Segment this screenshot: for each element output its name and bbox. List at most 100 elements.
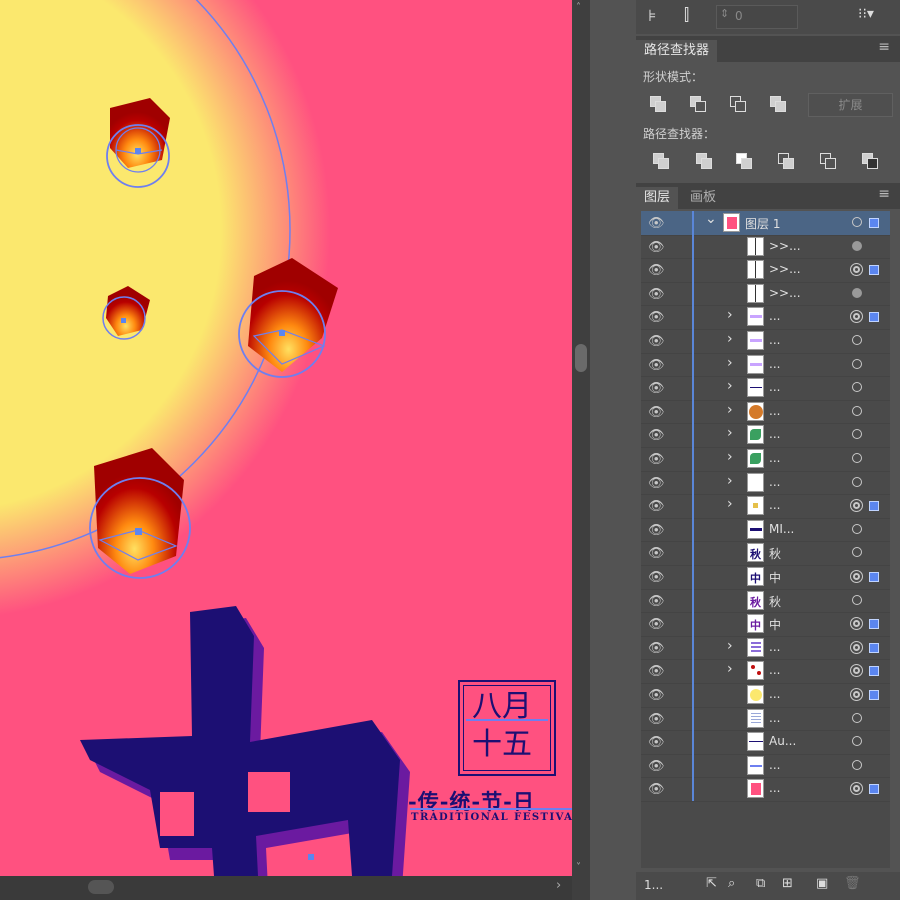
target-circle-icon[interactable]: [852, 429, 862, 440]
selection-indicator[interactable]: [869, 312, 879, 323]
panel-menu-icon[interactable]: ≡: [878, 39, 890, 55]
visibility-eye-icon[interactable]: 👁: [648, 263, 665, 278]
vertical-scrollbar[interactable]: ˄ ˅: [572, 0, 590, 900]
selection-indicator[interactable]: [869, 218, 879, 228]
target-circle-icon[interactable]: [852, 335, 862, 345]
layer-row[interactable]: 👁...: [641, 753, 890, 779]
visibility-eye-icon[interactable]: 👁: [648, 523, 665, 538]
layer-row[interactable]: 👁 ›...: [641, 635, 890, 661]
layer-name[interactable]: 中: [769, 569, 781, 586]
target-circle-icon[interactable]: [850, 664, 863, 678]
visibility-eye-icon[interactable]: 👁: [648, 735, 665, 750]
trim-button[interactable]: [696, 153, 712, 169]
target-circle-icon[interactable]: [852, 358, 862, 369]
selection-indicator[interactable]: [869, 572, 879, 582]
layer-row[interactable]: 👁...: [641, 706, 890, 732]
layer-name[interactable]: ...: [769, 758, 780, 772]
target-circle-icon[interactable]: [852, 287, 862, 298]
collapse-chevron-icon[interactable]: ⌄: [705, 211, 717, 227]
expand-chevron-icon[interactable]: ›: [727, 331, 733, 347]
selection-indicator[interactable]: [869, 501, 879, 512]
expand-chevron-icon[interactable]: ›: [727, 449, 733, 465]
selection-indicator[interactable]: [869, 265, 879, 276]
distribute-options-icon[interactable]: ⁝⁝▾: [858, 6, 874, 22]
clipping-mask-icon[interactable]: ⧉: [756, 876, 765, 891]
visibility-eye-icon[interactable]: 👁: [648, 476, 665, 491]
horizontal-scrollbar[interactable]: ›: [0, 876, 572, 900]
layer-row-top[interactable]: 👁 ⌄ 图层 1: [641, 211, 890, 236]
layer-name[interactable]: ...: [769, 640, 780, 654]
visibility-eye-icon[interactable]: 👁: [648, 617, 665, 632]
target-circle-icon[interactable]: [852, 405, 862, 416]
visibility-eye-icon[interactable]: 👁: [648, 381, 665, 396]
target-circle-icon[interactable]: [852, 453, 862, 463]
visibility-eye-icon[interactable]: 👁: [648, 712, 665, 727]
visibility-eye-icon[interactable]: 👁: [648, 428, 665, 443]
visibility-eye-icon[interactable]: 👁: [648, 594, 665, 609]
locate-object-icon[interactable]: ⌕: [728, 876, 735, 891]
target-circle-icon[interactable]: [850, 617, 863, 631]
visibility-eye-icon[interactable]: 👁: [648, 641, 665, 656]
layer-name[interactable]: ...: [769, 357, 780, 371]
layer-name[interactable]: ...: [769, 427, 780, 441]
layer-name[interactable]: ...: [769, 333, 780, 347]
layer-name[interactable]: ...: [769, 380, 780, 394]
layer-row[interactable]: 👁 >>...: [641, 281, 890, 307]
crop-button[interactable]: [778, 153, 794, 169]
divide-button[interactable]: [653, 153, 669, 169]
layer-name[interactable]: >>...: [769, 286, 801, 300]
outline-button[interactable]: [820, 153, 836, 169]
layer-name[interactable]: ...: [769, 781, 780, 795]
layer-row[interactable]: 👁 秋秋: [641, 588, 890, 614]
vertical-scroll-thumb[interactable]: [575, 344, 587, 372]
target-circle-icon[interactable]: [850, 782, 863, 796]
minus-back-button[interactable]: [862, 153, 878, 169]
scroll-up-icon[interactable]: ˄: [576, 2, 581, 13]
target-circle-icon[interactable]: [850, 570, 863, 583]
layers-list[interactable]: 👁 ⌄ 图层 1 👁 >>... 👁 >>... 👁 >>... 👁 ›... 👁 ›... 👁 ›... 👁…: [641, 211, 890, 868]
layer-name[interactable]: ...: [769, 687, 780, 701]
visibility-eye-icon[interactable]: 👁: [648, 240, 665, 255]
target-circle-icon[interactable]: [852, 217, 862, 227]
target-circle-icon[interactable]: [850, 688, 863, 701]
target-circle-icon[interactable]: [852, 736, 862, 747]
visibility-eye-icon[interactable]: 👁: [648, 405, 665, 420]
visibility-eye-icon[interactable]: 👁: [648, 310, 665, 325]
layer-name[interactable]: 图层 1: [745, 215, 780, 232]
visibility-eye-icon[interactable]: 👁: [648, 499, 665, 514]
target-circle-icon[interactable]: [852, 240, 862, 251]
tab-layers[interactable]: 图层: [636, 187, 679, 209]
layer-row[interactable]: 👁 ›...: [641, 494, 890, 519]
layer-row[interactable]: 👁 ›...: [641, 352, 890, 378]
layer-name[interactable]: 中: [769, 616, 781, 633]
unite-button[interactable]: [650, 96, 666, 112]
layer-name[interactable]: ...: [769, 475, 780, 489]
expand-chevron-icon[interactable]: ›: [727, 307, 733, 323]
target-circle-icon[interactable]: [852, 759, 862, 770]
layer-name[interactable]: 秋: [769, 545, 781, 562]
layer-row[interactable]: 👁 ›...: [641, 305, 890, 330]
visibility-eye-icon[interactable]: 👁: [648, 570, 665, 585]
layer-row[interactable]: 👁 ›...: [641, 659, 890, 684]
layer-row[interactable]: 👁 ›...: [641, 447, 890, 472]
visibility-eye-icon[interactable]: 👁: [648, 216, 665, 231]
layer-name[interactable]: ...: [769, 663, 780, 677]
minus-front-button[interactable]: [690, 96, 706, 112]
selection-indicator[interactable]: [869, 784, 879, 795]
layer-row[interactable]: 👁 >>...: [641, 234, 890, 260]
expand-chevron-icon[interactable]: ›: [727, 402, 733, 418]
layer-name[interactable]: ...: [769, 404, 780, 418]
tab-artboards[interactable]: 画板: [682, 187, 724, 209]
target-circle-icon[interactable]: [852, 476, 862, 487]
layer-row[interactable]: 👁 MI...: [641, 517, 890, 543]
layer-row[interactable]: 👁 ›...: [641, 399, 890, 425]
visibility-eye-icon[interactable]: 👁: [648, 452, 665, 467]
tab-pathfinder[interactable]: 路径查找器: [636, 40, 718, 62]
horizontal-scroll-thumb[interactable]: [88, 880, 114, 894]
target-circle-icon[interactable]: [852, 547, 862, 558]
expand-chevron-icon[interactable]: ›: [727, 473, 733, 489]
visibility-eye-icon[interactable]: 👁: [648, 287, 665, 302]
layer-row[interactable]: 👁 秋秋: [641, 541, 890, 566]
layers-menu-icon[interactable]: ≡: [878, 186, 890, 202]
layer-row[interactable]: 👁 Au...: [641, 730, 890, 755]
